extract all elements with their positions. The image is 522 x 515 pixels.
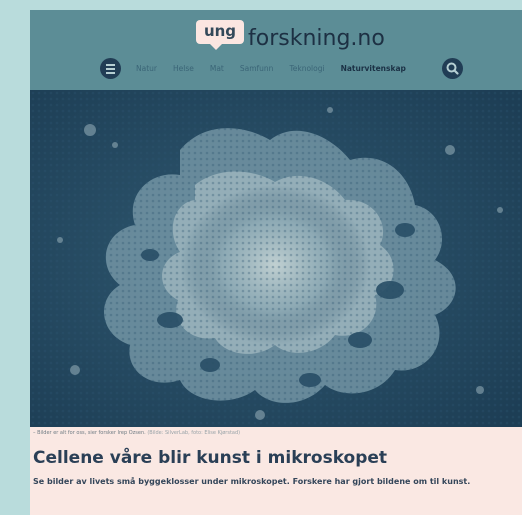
nav-item-mat[interactable]: Mat (210, 61, 224, 77)
nav-item-natur[interactable]: Natur (136, 61, 157, 77)
article-headline[interactable]: Cellene våre blir kunst i mikroskopet (33, 447, 522, 469)
caption-text: – Bilder er alt for oss, sier forsker Ir… (33, 430, 146, 436)
microscope-cells-image (30, 90, 522, 427)
nav-item-samfunn[interactable]: Samfunn (240, 61, 274, 77)
menu-icon (106, 64, 115, 66)
menu-button[interactable] (100, 58, 121, 79)
nav-item-naturvitenskap[interactable]: Naturvitenskap (341, 61, 406, 77)
main-nav: Natur Helse Mat Samfunn Teknologi Naturv… (136, 61, 406, 77)
search-icon (446, 62, 459, 75)
site-logo[interactable]: ung forskning.no (196, 20, 385, 56)
caption-credit: (Bilde: SilverLab, foto: Elise Kjørstad) (147, 430, 241, 436)
site-header: ung forskning.no Natur Helse Mat Samfunn… (30, 10, 522, 90)
site-name: forskning.no (248, 26, 385, 51)
search-button[interactable] (442, 58, 463, 79)
hero-image[interactable] (30, 90, 522, 427)
page: ung forskning.no Natur Helse Mat Samfunn… (30, 10, 522, 515)
image-caption: – Bilder er alt for oss, sier forsker Ir… (33, 429, 513, 437)
article-lead: Se bilder av livets små byggeklosser und… (33, 477, 471, 486)
nav-item-teknologi[interactable]: Teknologi (289, 61, 324, 77)
nav-item-helse[interactable]: Helse (173, 61, 194, 77)
ung-badge: ung (196, 20, 244, 50)
